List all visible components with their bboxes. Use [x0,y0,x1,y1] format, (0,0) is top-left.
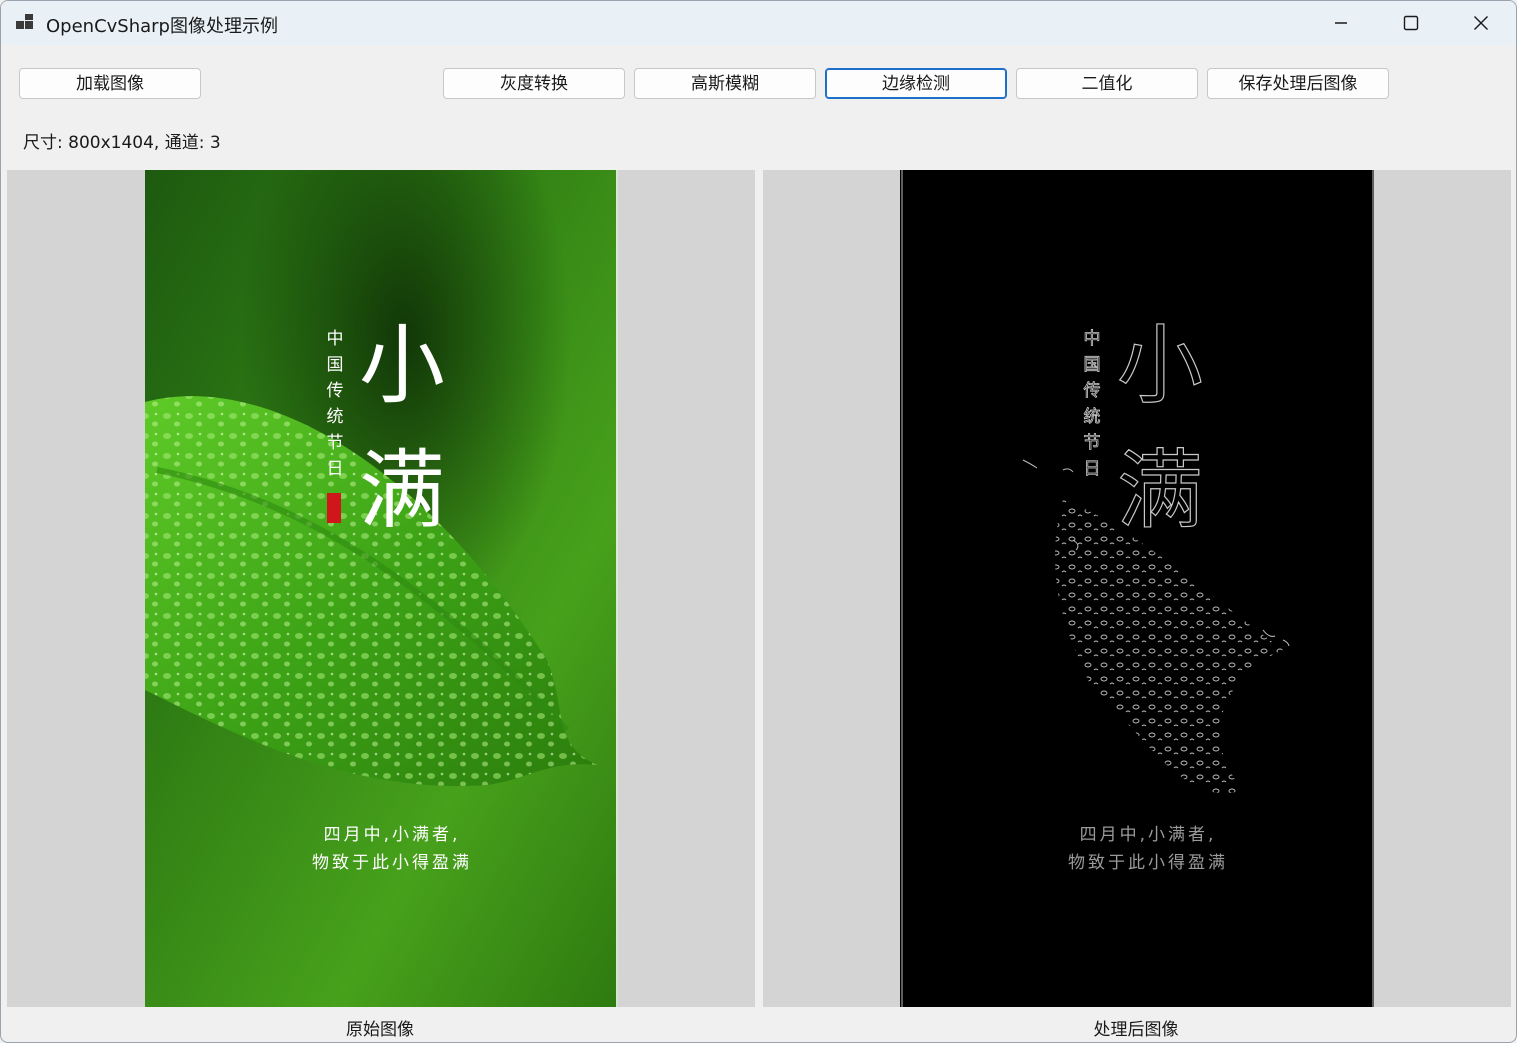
processed-line-2: 物致于此小得盈满 [1068,853,1228,873]
processed-vertical-char: 统 [1084,407,1101,427]
minimize-icon [1335,22,1347,24]
grayscale-button[interactable]: 灰度转换 [443,68,625,99]
close-icon [1474,16,1488,30]
poster-title-char-2: 满 [359,441,445,541]
poster-seal [327,493,341,523]
load-image-button[interactable]: 加载图像 [19,68,201,99]
title-bar[interactable]: OpenCvSharp图像处理示例 [1,1,1516,45]
save-processed-button[interactable]: 保存处理后图像 [1207,68,1389,99]
poster-vertical-char: 国 [327,355,344,375]
original-image-box: 小 满 中 国 传 统 节 日 四月中,小满者, 物致于此小得盈满 [7,170,755,1007]
processed-vertical-char: 中 [1084,329,1101,349]
poster-vertical-char: 统 [327,407,344,427]
processed-image: 小 满 中 国 传 统 节 日 四月中,小满者, 物致于此小得盈满 [900,170,1374,1007]
processed-vertical-char: 国 [1084,355,1101,375]
poster-line-1: 四月中,小满者, [324,825,461,845]
app-window: OpenCvSharp图像处理示例 加载图像 灰度转换 高斯模糊 边缘检测 二值… [0,0,1517,1043]
original-image: 小 满 中 国 传 统 节 日 四月中,小满者, 物致于此小得盈满 [145,170,618,1007]
poster-line-2: 物致于此小得盈满 [312,853,472,873]
processed-vertical-char: 日 [1084,459,1101,479]
processed-line-1: 四月中,小满者, [1080,825,1217,845]
window-title: OpenCvSharp图像处理示例 [46,16,278,37]
original-image-caption: 原始图像 [346,1020,414,1040]
minimize-button[interactable] [1306,1,1376,45]
poster-title-char-1: 小 [359,316,445,416]
app-icon [16,14,33,29]
maximize-icon [1403,15,1419,31]
image-info-label: 尺寸: 800x1404, 通道: 3 [23,133,221,153]
maximize-button[interactable] [1376,1,1446,45]
gaussian-blur-button[interactable]: 高斯模糊 [634,68,816,99]
processed-vertical-char: 传 [1084,381,1101,401]
processed-title-char-1: 小 [1117,316,1203,416]
edge-detection-button[interactable]: 边缘检测 [825,68,1007,99]
close-button[interactable] [1446,1,1516,45]
processed-title-char-2: 满 [1117,441,1203,541]
poster-vertical-char: 节 [327,433,344,453]
poster-vertical-char: 中 [327,329,344,349]
threshold-button[interactable]: 二值化 [1016,68,1198,99]
poster-vertical-char: 日 [327,459,344,479]
processed-image-caption: 处理后图像 [1093,1020,1179,1040]
processed-vertical-char: 节 [1084,433,1101,453]
processed-image-box: 小 满 中 国 传 统 节 日 四月中,小满者, 物致于此小得盈满 [763,170,1511,1007]
poster-vertical-char: 传 [327,381,344,401]
